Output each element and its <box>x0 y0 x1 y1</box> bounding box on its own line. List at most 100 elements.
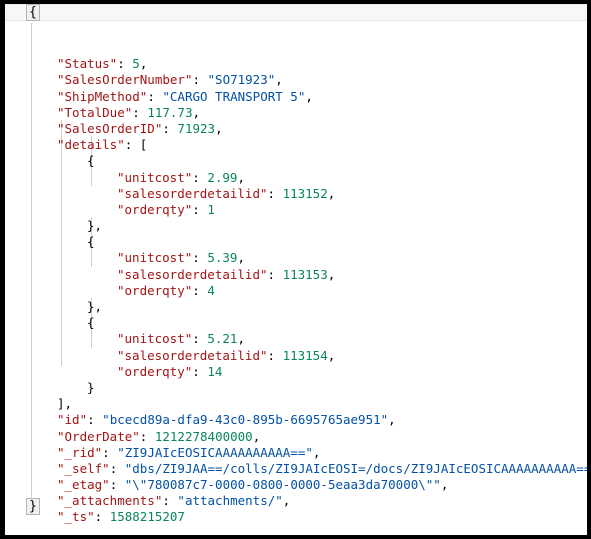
line-detail-1-unitcost-token-2: 5.39 <box>207 250 238 266</box>
line-detail-1-salesorderdetailid-token-3: , <box>327 266 336 282</box>
line-status[interactable]: "Status": 5, <box>5 56 587 72</box>
line-detail-0-salesorderdetailid-token-0: "salesorderdetailid" <box>117 185 268 201</box>
line-detail-2-salesorderdetailid-token-0: "salesorderdetailid" <box>117 347 268 363</box>
line-salesordernumber-token-0: "SalesOrderNumber" <box>57 72 193 88</box>
line-self-token-1: : <box>109 460 125 476</box>
line-totaldue-token-1: : <box>132 104 148 120</box>
line-detail-0-salesorderdetailid[interactable]: "salesorderdetailid": 113152, <box>5 186 587 202</box>
line-details-close[interactable]: ], <box>5 396 587 412</box>
line-attachments-token-0: "_attachments" <box>57 493 163 509</box>
line-details-open[interactable]: "details": [ <box>5 137 587 153</box>
line-etag[interactable]: "_etag": "\"780087c7-0000-0800-0000-5eaa… <box>5 477 587 493</box>
line-attachments[interactable]: "_attachments": "attachments/", <box>5 493 587 509</box>
line-detail-1-orderqty-token-0: "orderqty" <box>117 282 193 298</box>
line-orderdate-token-1: : <box>139 428 155 444</box>
line-salesorderid[interactable]: "SalesOrderID": 71923, <box>5 121 587 137</box>
line-detail-2-unitcost-token-2: 5.21 <box>207 331 238 347</box>
line-self[interactable]: "_self": "dbs/ZI9JAA==/colls/ZI9JAIcEOSI… <box>5 461 587 477</box>
line-detail-2-orderqty[interactable]: "orderqty": 14 <box>5 364 587 380</box>
line-shipmethod-token-2: "CARGO TRANSPORT 5" <box>162 88 306 104</box>
line-detail-0-salesorderdetailid-token-2: 113152 <box>282 185 328 201</box>
line-detail-1-orderqty-token-2: 4 <box>207 282 215 298</box>
line-detail-2-salesorderdetailid[interactable]: "salesorderdetailid": 113154, <box>5 348 587 364</box>
line-detail-2-open-token-0: { <box>87 315 95 331</box>
screenshot-frame: { "Status": 5, "SalesOrderNumber": "SO719… <box>0 0 591 539</box>
line-salesorderid-token-0: "SalesOrderID" <box>57 120 163 136</box>
line-detail-0-salesorderdetailid-token-1: : <box>267 185 283 201</box>
line-detail-2-unitcost-token-3: , <box>237 331 245 347</box>
line-detail-2-orderqty-token-0: "orderqty" <box>117 363 193 379</box>
line-detail-1-salesorderdetailid-token-1: : <box>267 266 283 282</box>
active-line-highlight <box>5 4 587 21</box>
line-detail-2-salesorderdetailid-token-1: : <box>267 347 283 363</box>
line-details-close-token-0: ], <box>57 396 73 412</box>
line-shipmethod-token-3: , <box>305 88 313 104</box>
line-ts[interactable]: "_ts": 1588215207 <box>5 509 587 525</box>
line-shipmethod[interactable]: "ShipMethod": "CARGO TRANSPORT 5", <box>5 89 587 105</box>
line-detail-2-close[interactable]: } <box>5 380 587 396</box>
line-self-token-2: "dbs/ZI9JAA==/colls/ZI9JAIcEOSI=/docs/ZI… <box>124 460 587 476</box>
line-salesordernumber-token-3: , <box>275 72 283 88</box>
line-detail-2-orderqty-token-2: 14 <box>207 363 223 379</box>
line-totaldue-token-2: 117.73 <box>147 104 193 120</box>
line-detail-1-close[interactable]: }, <box>5 299 587 315</box>
line-detail-0-salesorderdetailid-token-3: , <box>327 185 336 201</box>
line-shipmethod-token-0: "ShipMethod" <box>57 88 148 104</box>
line-etag-token-3: , <box>440 477 449 493</box>
line-detail-0-close[interactable]: }, <box>5 218 587 234</box>
line-ts-token-0: "_ts" <box>57 509 95 525</box>
line-id-token-1: : <box>87 412 103 428</box>
line-detail-0-unitcost-token-2: 2.99 <box>207 169 238 185</box>
line-close-brace[interactable] <box>5 526 587 535</box>
line-status-token-1: : <box>117 56 133 72</box>
line-etag-token-2: "\"780087c7-0000-0800-0000-5eaa3da70000\… <box>124 477 441 493</box>
line-detail-1-salesorderdetailid-token-2: 113153 <box>282 266 328 282</box>
line-id[interactable]: "id": "bcecd89a-dfa9-43c0-895b-6695765ae… <box>5 412 587 428</box>
line-detail-1-salesorderdetailid-token-0: "salesorderdetailid" <box>117 266 268 282</box>
line-etag-token-1: : <box>109 477 125 493</box>
json-document-viewer[interactable]: { "Status": 5, "SalesOrderNumber": "SO719… <box>5 4 587 535</box>
line-detail-0-orderqty-token-2: 1 <box>207 201 215 217</box>
line-status-token-2: 5 <box>132 56 140 72</box>
line-rid[interactable]: "_rid": "ZI9JAIcEOSICAAAAAAAAAA==", <box>5 445 587 461</box>
line-detail-0-unitcost-token-0: "unitcost" <box>117 169 193 185</box>
collapse-toggle-root-close[interactable]: } <box>26 498 40 517</box>
line-detail-2-open[interactable]: { <box>5 315 587 331</box>
brace-close-glyph[interactable]: } <box>26 498 40 515</box>
line-detail-1-unitcost-token-3: , <box>237 250 245 266</box>
line-details-open-token-0: "details" <box>57 137 125 153</box>
line-open-brace[interactable] <box>5 40 587 56</box>
line-salesordernumber[interactable]: "SalesOrderNumber": "SO71923", <box>5 72 587 88</box>
line-etag-token-0: "_etag" <box>57 477 110 493</box>
line-status-token-3: , <box>139 56 148 72</box>
line-detail-1-open-token-0: { <box>87 234 95 250</box>
line-detail-0-unitcost[interactable]: "unitcost": 2.99, <box>5 170 587 186</box>
line-detail-1-orderqty[interactable]: "orderqty": 4 <box>5 283 587 299</box>
line-salesordernumber-token-2: "SO71923" <box>207 72 276 88</box>
line-id-token-0: "id" <box>57 412 88 428</box>
line-detail-1-unitcost[interactable]: "unitcost": 5.39, <box>5 250 587 266</box>
line-detail-1-open[interactable]: { <box>5 234 587 250</box>
json-code-body[interactable]: "Status": 5, "SalesOrderNumber": "SO71923… <box>5 21 587 535</box>
line-detail-0-open[interactable]: { <box>5 153 587 169</box>
line-detail-2-salesorderdetailid-token-3: , <box>327 347 336 363</box>
line-detail-2-unitcost-token-1: : <box>192 331 208 347</box>
line-orderdate-token-3: , <box>252 428 261 444</box>
line-rid-token-3: , <box>312 444 321 460</box>
line-orderdate[interactable]: "OrderDate": 1212278400000, <box>5 429 587 445</box>
line-detail-0-orderqty[interactable]: "orderqty": 1 <box>5 202 587 218</box>
line-detail-0-orderqty-token-0: "orderqty" <box>117 201 193 217</box>
line-shipmethod-token-1: : <box>147 88 163 104</box>
line-detail-0-close-token-0: }, <box>87 218 103 234</box>
line-rid-token-0: "_rid" <box>57 444 103 460</box>
line-totaldue[interactable]: "TotalDue": 117.73, <box>5 105 587 121</box>
brace-open-glyph[interactable]: { <box>26 4 40 21</box>
line-details-open-token-1: : [ <box>124 137 148 153</box>
line-id-token-2: "bcecd89a-dfa9-43c0-895b-6695765ae951" <box>102 412 389 428</box>
line-detail-1-orderqty-token-1: : <box>192 282 208 298</box>
line-detail-0-unitcost-token-3: , <box>237 169 245 185</box>
line-rid-token-1: : <box>102 444 118 460</box>
line-detail-2-unitcost[interactable]: "unitcost": 5.21, <box>5 331 587 347</box>
line-detail-1-salesorderdetailid[interactable]: "salesorderdetailid": 113153, <box>5 267 587 283</box>
line-detail-1-unitcost-token-0: "unitcost" <box>117 250 193 266</box>
